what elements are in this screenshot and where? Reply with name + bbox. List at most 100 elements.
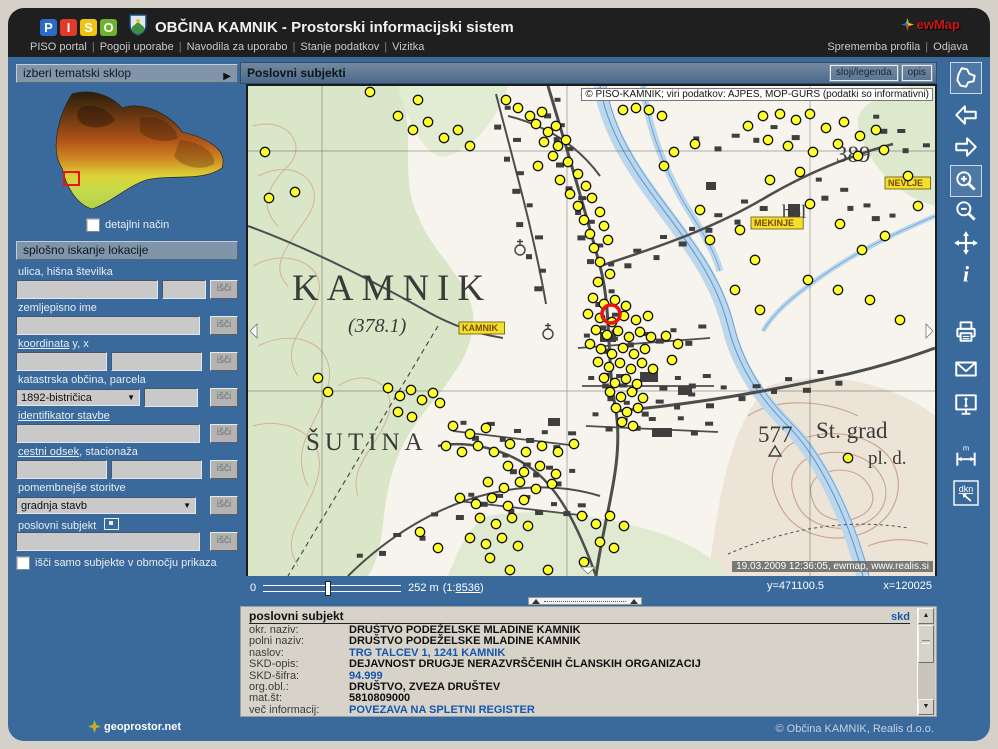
description-button[interactable]: opis	[902, 65, 932, 81]
business-marker[interactable]	[589, 243, 598, 252]
business-marker[interactable]	[531, 484, 540, 493]
business-marker[interactable]	[579, 215, 588, 224]
business-marker[interactable]	[383, 383, 392, 392]
business-marker[interactable]	[481, 539, 490, 548]
business-marker[interactable]	[853, 151, 862, 160]
business-marker[interactable]	[599, 221, 608, 230]
search-coordinate-button[interactable]: išči	[210, 352, 238, 371]
scrollbar-thumb[interactable]	[918, 625, 934, 663]
piso-logo[interactable]: PISO	[40, 19, 117, 36]
business-marker[interactable]	[457, 447, 466, 456]
detail-mode-checkbox[interactable]	[86, 218, 100, 232]
business-marker[interactable]	[551, 121, 560, 130]
business-marker[interactable]	[473, 441, 482, 450]
business-marker[interactable]	[497, 533, 506, 542]
scale-slider[interactable]	[263, 585, 401, 592]
business-marker[interactable]	[605, 387, 614, 396]
business-marker[interactable]	[622, 407, 631, 416]
business-marker[interactable]	[513, 541, 522, 550]
business-marker[interactable]	[569, 439, 578, 448]
business-marker[interactable]	[609, 543, 618, 552]
business-marker[interactable]	[735, 225, 744, 234]
business-marker[interactable]	[605, 269, 614, 278]
business-marker[interactable]	[577, 511, 586, 520]
search-parcel-button[interactable]: išči	[210, 388, 238, 407]
business-marker[interactable]	[618, 105, 627, 114]
business-marker[interactable]	[519, 467, 528, 476]
business-marker[interactable]	[803, 275, 812, 284]
business-marker[interactable]	[553, 447, 562, 456]
business-marker[interactable]	[471, 499, 480, 508]
popup-window-icon[interactable]	[104, 518, 119, 530]
business-marker[interactable]	[503, 461, 512, 470]
business-marker[interactable]	[441, 441, 450, 450]
business-marker[interactable]	[669, 147, 678, 156]
search-road-button[interactable]: išči	[210, 460, 238, 479]
search-business-button[interactable]: išči	[210, 532, 238, 551]
menu-item-stanje-podatkov[interactable]: Stanje podatkov	[300, 41, 379, 53]
business-marker[interactable]	[604, 362, 613, 371]
business-marker[interactable]	[791, 115, 800, 124]
house-number-input[interactable]	[162, 280, 206, 299]
business-marker[interactable]	[821, 123, 830, 132]
business-marker[interactable]	[585, 339, 594, 348]
menu-item-odjava[interactable]: Odjava	[933, 41, 968, 53]
business-marker[interactable]	[599, 373, 608, 382]
business-marker[interactable]	[290, 187, 299, 196]
business-marker[interactable]	[631, 315, 640, 324]
business-marker[interactable]	[591, 519, 600, 528]
search-services-button[interactable]: išči	[210, 496, 238, 515]
business-marker[interactable]	[573, 201, 582, 210]
business-marker[interactable]	[657, 111, 666, 120]
business-marker[interactable]	[879, 145, 888, 154]
info-panel-scrollbar[interactable]: ▲ ▼	[917, 608, 935, 715]
menu-item-navodila-za-uporabo[interactable]: Navodila za uporabo	[187, 41, 288, 53]
business-marker[interactable]	[481, 423, 490, 432]
cadastral-municipality-select[interactable]: 1892-bistričica▼	[16, 389, 140, 406]
map-canvas[interactable]: KAMNIK(378.1)ŠUTINA577St. gradpl. d.389b…	[248, 86, 935, 576]
business-marker[interactable]	[595, 257, 604, 266]
business-marker[interactable]	[857, 245, 866, 254]
business-marker[interactable]	[565, 189, 574, 198]
skd-link[interactable]: skd	[891, 611, 910, 623]
business-marker[interactable]	[561, 135, 570, 144]
business-marker[interactable]	[631, 103, 640, 112]
business-marker[interactable]	[646, 332, 655, 341]
business-marker[interactable]	[659, 161, 668, 170]
business-marker[interactable]	[581, 181, 590, 190]
road-section-input[interactable]	[16, 460, 107, 479]
business-marker[interactable]	[903, 171, 912, 180]
business-marker[interactable]	[795, 167, 804, 176]
business-marker[interactable]	[595, 537, 604, 546]
identify-info-icon[interactable]: i	[953, 261, 979, 287]
business-marker[interactable]	[260, 147, 269, 156]
business-marker[interactable]	[624, 332, 633, 341]
business-marker[interactable]	[453, 125, 462, 134]
business-marker[interactable]	[579, 557, 588, 566]
scroll-down-button[interactable]: ▼	[918, 699, 934, 715]
search-geo-name-button[interactable]: išči	[210, 316, 238, 335]
fullscreen-icon[interactable]	[953, 391, 979, 417]
business-marker[interactable]	[539, 137, 548, 146]
menu-item-pogoji-uporabe[interactable]: Pogoji uporabe	[100, 41, 174, 53]
business-marker[interactable]	[587, 193, 596, 202]
business-marker[interactable]	[616, 392, 625, 401]
business-entity-input[interactable]	[16, 532, 200, 551]
geoprostor-logo[interactable]: geoprostor.net	[88, 720, 181, 733]
business-marker[interactable]	[667, 355, 676, 364]
business-marker[interactable]	[618, 343, 627, 352]
menu-item-sprememba-profila[interactable]: Sprememba profila	[827, 41, 920, 53]
coordinate-link[interactable]: koordinata	[18, 338, 69, 350]
history-back-icon[interactable]	[953, 102, 979, 128]
business-marker[interactable]	[505, 439, 514, 448]
business-marker[interactable]	[413, 95, 422, 104]
panel-splitter[interactable]	[528, 597, 642, 605]
business-marker[interactable]	[507, 513, 516, 522]
business-marker[interactable]	[629, 349, 638, 358]
theme-selector-header[interactable]: izberi tematski sklop ▶	[16, 64, 238, 83]
business-marker[interactable]	[264, 193, 273, 202]
business-marker[interactable]	[644, 105, 653, 114]
business-marker[interactable]	[439, 133, 448, 142]
business-marker[interactable]	[913, 201, 922, 210]
business-marker[interactable]	[485, 553, 494, 562]
